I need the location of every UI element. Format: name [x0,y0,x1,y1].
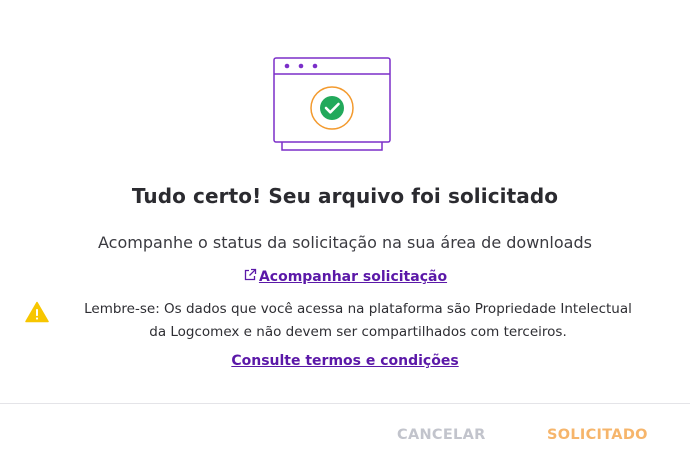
dialog-title: Tudo certo! Seu arquivo foi solicitado [131,184,559,208]
ip-notice-text: Lembre-se: Os dados que você acessa na p… [84,301,632,340]
dialog-subtitle: Acompanhe o status da solicitação na sua… [98,233,592,252]
requested-button[interactable]: SOLICITADO [547,427,648,443]
track-request-link-label: Acompanhar solicitação [258,269,448,285]
external-link-icon [244,268,257,281]
warning-icon [25,301,49,323]
cancel-button[interactable]: CANCELAR [397,427,486,443]
browser-window-check-icon [273,57,391,151]
download-requested-dialog: Tudo certo! Seu arquivo foi solicitado A… [0,0,690,460]
footer-divider [0,403,690,404]
terms-and-conditions-link[interactable]: Consulte termos e condições [0,353,690,369]
track-request-link[interactable]: Acompanhar solicitação [0,268,690,285]
